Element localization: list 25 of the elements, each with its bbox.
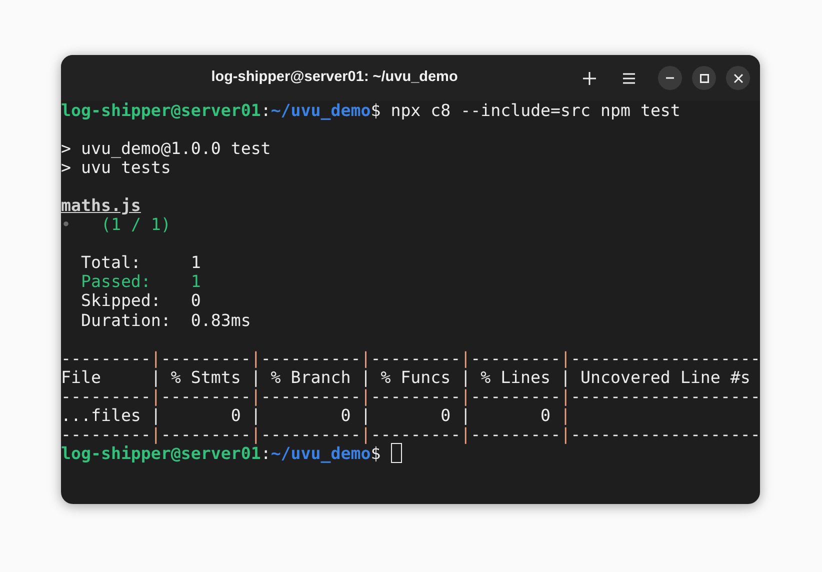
- maximize-icon: [700, 74, 708, 82]
- terminal-prompt: log-shipper@server01:~/uvu_demo$: [61, 444, 382, 463]
- window-title: log-shipper@server01: ~/uvu_demo: [211, 68, 458, 88]
- terminal-line: maths.js: [61, 196, 141, 216]
- terminal-line: log-shipper@server01:~/uvu_demo$ npx c8 --include=src npm test: [61, 101, 680, 120]
- terminal-line: ---------|---------|----------|---------|---------|-------------------: [61, 424, 760, 444]
- terminal-line: Passed: 1: [80, 272, 201, 292]
- text-cursor: [390, 443, 402, 464]
- terminal-line: Total: 1: [80, 253, 201, 272]
- terminal-line: > uvu tests: [61, 158, 171, 178]
- menu-icon: [623, 72, 635, 84]
- minimize-button[interactable]: [658, 66, 682, 90]
- terminal-line: ...files | 0 | 0 | 0 | 0 |: [61, 406, 571, 425]
- terminal-line: File | % Stmts | % Branch | % Funcs | % Lines | Uncovered Line #s: [61, 368, 750, 387]
- minimize-icon: [666, 77, 674, 79]
- terminal-line: ---------|---------|----------|---------|---------|-------------------: [61, 348, 760, 368]
- terminal-line: • (1 / 1): [61, 215, 171, 234]
- terminal-line: ---------|---------|----------|---------|---------|-------------------: [61, 386, 760, 406]
- terminal-line: Duration: 0.83ms: [80, 310, 251, 330]
- close-button[interactable]: [726, 66, 750, 90]
- terminal-line: Skipped: 0: [80, 291, 201, 311]
- close-icon: [734, 74, 742, 82]
- terminal-line: > uvu_demo@1.0.0 test: [61, 139, 271, 158]
- maximize-button[interactable]: [692, 66, 716, 90]
- plus-icon: [582, 72, 596, 84]
